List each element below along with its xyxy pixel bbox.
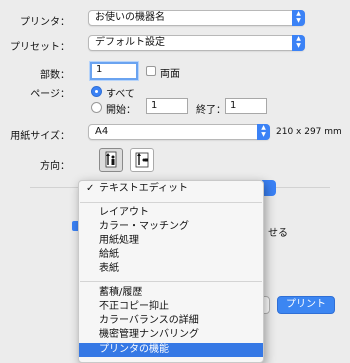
menu-item-current[interactable]: ✓ テキストエディット bbox=[79, 182, 263, 196]
checkmark-icon: ✓ bbox=[86, 183, 95, 194]
duplex-checkbox[interactable] bbox=[146, 66, 156, 76]
menu-item-label: 表紙 bbox=[99, 263, 119, 274]
menu-item[interactable]: 給紙 bbox=[79, 248, 263, 262]
presets-label: プリセット： bbox=[10, 42, 70, 53]
pages-all-label: すべて bbox=[106, 89, 135, 100]
menu-separator bbox=[80, 281, 262, 282]
pages-all-radio[interactable] bbox=[91, 86, 102, 97]
pages-from-label: 開始： bbox=[106, 105, 136, 116]
menu-item-label: 給紙 bbox=[99, 249, 119, 260]
menu-item[interactable]: カラー・マッチング bbox=[79, 220, 263, 234]
printer-select[interactable]: お使いの機器名 ▲ ▼ bbox=[88, 10, 305, 26]
menu-item[interactable]: 不正コピー抑止 bbox=[79, 300, 263, 314]
copies-label: 部数： bbox=[40, 70, 70, 81]
menu-item-highlighted[interactable]: プリンタの機能 bbox=[79, 343, 263, 357]
menu-item-label: カラーバランスの詳細 bbox=[99, 315, 199, 326]
chevron-updown-icon: ▲ ▼ bbox=[257, 124, 270, 140]
copies-field[interactable]: 1 bbox=[90, 62, 138, 80]
portrait-orientation-button[interactable] bbox=[99, 148, 123, 172]
menu-item[interactable]: 蓄積/履歴 bbox=[79, 286, 263, 300]
menu-item-label: 機密管理ナンバリング bbox=[99, 329, 199, 340]
menu-item-label: 蓄積/履歴 bbox=[99, 287, 143, 298]
menu-item[interactable]: 用紙処理 bbox=[79, 234, 263, 248]
pages-to-field[interactable]: 1 bbox=[225, 98, 267, 114]
print-button[interactable]: プリント bbox=[277, 296, 335, 314]
menu-item[interactable]: カラーバランスの詳細 bbox=[79, 314, 263, 328]
panel-popup-menu[interactable]: ✓ テキストエディット レイアウト カラー・マッチング 用紙処理 給紙 表紙 蓄… bbox=[78, 180, 264, 363]
orientation-label: 方向： bbox=[40, 161, 70, 172]
pages-range-radio[interactable] bbox=[91, 102, 102, 113]
menu-item-label: カラー・マッチング bbox=[99, 221, 189, 232]
menu-separator bbox=[80, 202, 262, 203]
printer-value: お使いの機器名 bbox=[95, 12, 165, 23]
menu-item[interactable]: レイアウト bbox=[79, 206, 263, 220]
menu-item-label: レイアウト bbox=[99, 207, 149, 218]
presets-value: デフォルト設定 bbox=[95, 37, 165, 48]
printer-label: プリンタ： bbox=[20, 17, 70, 28]
paper-size-select[interactable]: A4 ▲ ▼ bbox=[88, 124, 270, 140]
landscape-orientation-button[interactable] bbox=[130, 148, 154, 172]
pages-to-label: 終了： bbox=[196, 105, 226, 116]
portrait-orientation-icon bbox=[105, 151, 117, 168]
menu-item[interactable]: 表紙 bbox=[79, 262, 263, 276]
pages-label: ページ： bbox=[30, 89, 70, 100]
menu-item-label: プリンタの機能 bbox=[99, 344, 169, 355]
menu-item-label: テキストエディット bbox=[99, 183, 188, 194]
partial-option-text: せる bbox=[268, 228, 288, 239]
landscape-orientation-icon bbox=[135, 152, 149, 168]
pages-from-field[interactable]: 1 bbox=[146, 98, 188, 114]
menu-item-label: 不正コピー抑止 bbox=[99, 301, 169, 312]
chevron-updown-icon: ▲ ▼ bbox=[292, 10, 305, 26]
paper-size-label: 用紙サイズ： bbox=[10, 131, 70, 142]
duplex-label: 両面 bbox=[160, 69, 180, 80]
hidden-select-edge bbox=[262, 180, 276, 196]
menu-item-label: 用紙処理 bbox=[99, 235, 139, 246]
chevron-updown-icon: ▲ ▼ bbox=[292, 35, 305, 51]
presets-select[interactable]: デフォルト設定 ▲ ▼ bbox=[88, 35, 305, 51]
paper-size-value: A4 bbox=[95, 126, 109, 137]
menu-item[interactable]: 機密管理ナンバリング bbox=[79, 328, 263, 342]
paper-dimensions: 210 x 297 mm bbox=[276, 127, 342, 137]
